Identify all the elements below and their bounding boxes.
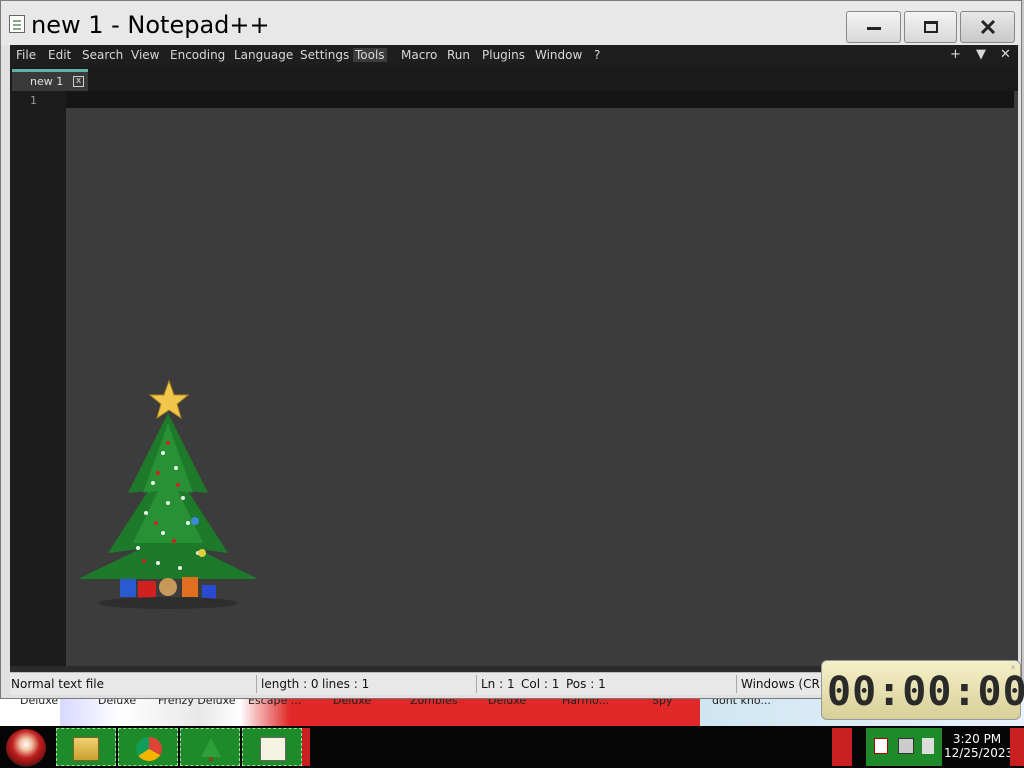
christmas-tree-image: [78, 379, 258, 609]
show-hidden-icons-button[interactable]: [832, 728, 852, 766]
menu-settings[interactable]: Settings: [298, 48, 351, 62]
minimize-button[interactable]: [846, 11, 901, 43]
notepadpp-window: new 1 - Notepad++ File Edit Search View …: [0, 0, 1022, 699]
taskbar-chrome-button[interactable]: [118, 728, 178, 766]
maximize-button[interactable]: [904, 11, 957, 43]
network-icon[interactable]: [898, 738, 914, 754]
window-title: new 1 - Notepad++: [31, 11, 270, 39]
status-lines: lines : 1: [322, 677, 370, 691]
notepadpp-icon: [260, 737, 286, 761]
explorer-icon: [73, 737, 99, 761]
tab-close-icon[interactable]: x: [73, 76, 84, 87]
close-document-icon[interactable]: ✕: [1000, 47, 1011, 62]
menu-file[interactable]: File: [14, 48, 38, 62]
tab-new-1[interactable]: new 1 x: [12, 69, 88, 91]
title-bar[interactable]: new 1 - Notepad++: [1, 1, 1021, 45]
menu-view[interactable]: View: [129, 48, 161, 62]
close-icon: [980, 19, 995, 35]
taskbar: 3:20 PM 12/25/2023: [0, 726, 1024, 768]
menu-search[interactable]: Search: [80, 48, 125, 62]
menu-macro[interactable]: Macro: [399, 48, 439, 62]
menu-language[interactable]: Language: [232, 48, 295, 62]
current-line-highlight[interactable]: [66, 91, 1014, 108]
volume-icon[interactable]: [922, 738, 934, 754]
app-area: File Edit Search View Encoding Language …: [10, 45, 1018, 695]
timer-close-icon[interactable]: ✕: [1010, 664, 1016, 672]
menu-tools[interactable]: Tools: [353, 48, 387, 62]
chrome-icon: [136, 737, 162, 761]
start-button[interactable]: [6, 729, 46, 767]
menu-run[interactable]: Run: [445, 48, 472, 62]
status-divider: [476, 675, 477, 693]
christmas-tree-icon: [201, 738, 221, 761]
menu-encoding[interactable]: Encoding: [168, 48, 227, 62]
maximize-icon: [923, 21, 938, 33]
clock-date: 12/25/2023: [944, 746, 1014, 760]
tab-bar: new 1 x: [10, 67, 1018, 91]
status-divider: [256, 675, 257, 693]
notepadpp-icon[interactable]: [9, 15, 25, 33]
status-col: Col : 1: [521, 677, 560, 691]
menu-help[interactable]: ?: [592, 48, 602, 62]
taskbar-christmas-tree-button[interactable]: [180, 728, 240, 766]
status-divider: [736, 675, 737, 693]
minimize-icon: [866, 26, 881, 30]
line-number: 1: [30, 94, 37, 107]
tab-label: new 1: [30, 75, 64, 88]
menu-edit[interactable]: Edit: [46, 48, 73, 62]
status-eol[interactable]: Windows (CR L: [741, 677, 830, 691]
line-number-gutter: 1: [10, 91, 66, 666]
new-tab-icon[interactable]: +: [950, 47, 961, 62]
menu-window[interactable]: Window: [533, 48, 584, 62]
timer-display: 00:00:00: [827, 669, 1024, 715]
show-desktop-button[interactable]: [1010, 728, 1024, 766]
status-length: length : 0: [261, 677, 319, 691]
action-center-icon[interactable]: [874, 738, 888, 754]
clock-time: 3:20 PM: [952, 732, 1002, 746]
status-file-type: Normal text file: [11, 677, 105, 691]
menu-plugins[interactable]: Plugins: [480, 48, 527, 62]
tab-list-icon[interactable]: ▼: [976, 47, 986, 62]
system-tray: [866, 728, 942, 766]
menu-bar: File Edit Search View Encoding Language …: [10, 45, 1018, 67]
status-pos: Pos : 1: [566, 677, 606, 691]
timer-gadget[interactable]: 00:00:00 ✕: [821, 660, 1024, 720]
taskbar-notepadpp-button[interactable]: [242, 728, 302, 766]
taskbar-divider: [302, 728, 310, 766]
taskbar-clock[interactable]: 3:20 PM 12/25/2023: [944, 732, 1014, 760]
text-editor[interactable]: 1: [10, 91, 1018, 666]
status-ln: Ln : 1: [481, 677, 515, 691]
taskbar-explorer-button[interactable]: [56, 728, 116, 766]
close-button[interactable]: [960, 11, 1015, 43]
